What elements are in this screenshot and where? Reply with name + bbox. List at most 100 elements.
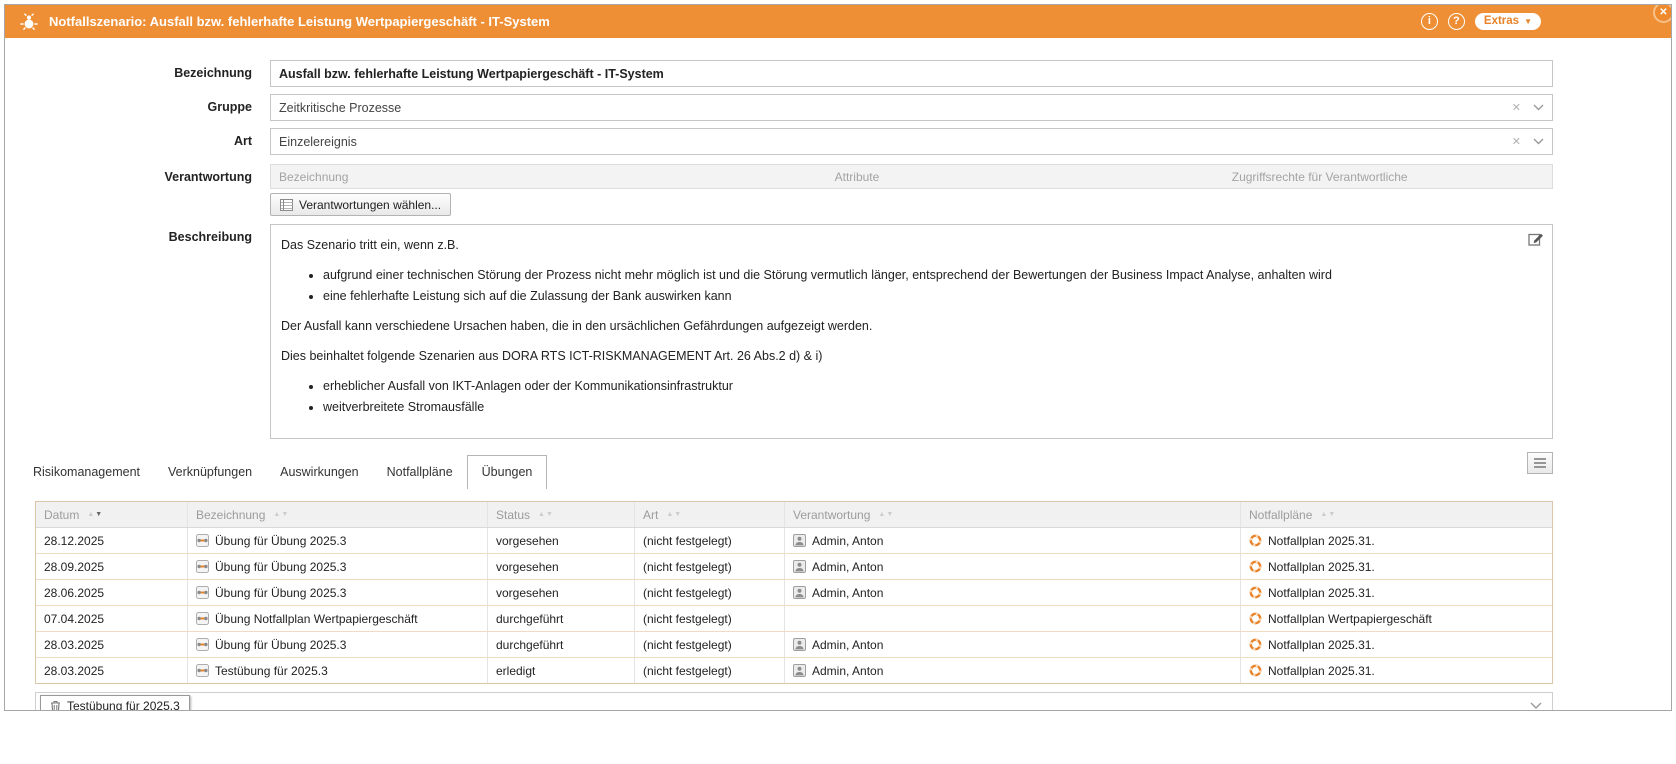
close-button[interactable]: ✕ bbox=[1653, 4, 1672, 23]
tab-auswirkungen[interactable]: Auswirkungen bbox=[266, 456, 373, 489]
avatar-icon bbox=[793, 664, 806, 677]
beschreibung-para2: Der Ausfall kann verschiedene Ursachen h… bbox=[281, 317, 1518, 336]
cell-verantwortung: Admin, Anton bbox=[785, 580, 1241, 605]
avatar-icon bbox=[793, 586, 806, 599]
column-header-verantwortung[interactable]: Verantwortung▲▼ bbox=[785, 502, 1241, 527]
cell-art: (nicht festgelegt) bbox=[635, 528, 785, 553]
verantwortungen-waehlen-button[interactable]: Verantwortungen wählen... bbox=[270, 193, 451, 216]
beschreibung-bullet: eine fehlerhafte Leistung sich auf die Z… bbox=[323, 287, 1518, 306]
table-row[interactable]: 07.04.2025Übung Notfallplan Wertpapierge… bbox=[36, 606, 1552, 632]
table-row[interactable]: 28.03.2025Testübung für 2025.3erledigt(n… bbox=[36, 658, 1552, 683]
clear-icon[interactable]: ✕ bbox=[1502, 135, 1531, 148]
art-select[interactable]: Einzelereignis ✕ bbox=[270, 128, 1553, 155]
tab-notfallplaene[interactable]: Notfallpläne bbox=[373, 456, 467, 489]
verantwortung-column-header: Bezeichnung bbox=[271, 170, 835, 184]
sort-indicator: ▲▼ bbox=[87, 511, 102, 518]
beschreibung-editor[interactable]: Das Szenario tritt ein, wenn z.B. aufgru… bbox=[270, 224, 1553, 439]
cell-status: vorgesehen bbox=[488, 554, 635, 579]
table-row[interactable]: 28.12.2025Übung für Übung 2025.3vorgeseh… bbox=[36, 528, 1552, 554]
cell-notfallplaene: Notfallplan 2025.31. bbox=[1241, 528, 1552, 553]
beschreibung-bullet: aufgrund einer technischen Störung der P… bbox=[323, 266, 1518, 285]
cell-bezeichnung: Übung Notfallplan Wertpapiergeschäft bbox=[188, 606, 488, 631]
verantwortung-header: BezeichnungAttributeZugriffsrechte für V… bbox=[270, 164, 1553, 189]
tab-verknuepfungen[interactable]: Verknüpfungen bbox=[154, 456, 266, 489]
column-header-notfallplaene[interactable]: Notfallpläne▲▼ bbox=[1241, 502, 1552, 527]
table-row[interactable]: 28.09.2025Übung für Übung 2025.3vorgeseh… bbox=[36, 554, 1552, 580]
view-toggle-button[interactable] bbox=[1527, 452, 1553, 474]
sort-indicator: ▲▼ bbox=[273, 511, 288, 518]
titlebar: Notfallszenario: Ausfall bzw. fehlerhaft… bbox=[5, 5, 1671, 38]
cell-verantwortung: Admin, Anton bbox=[785, 554, 1241, 579]
titlebar-actions: i ? Extras ▼ bbox=[1421, 13, 1541, 31]
tab-risikomanagement[interactable]: Risikomanagement bbox=[19, 456, 154, 489]
gruppe-select[interactable]: Zeitkritische Prozesse ✕ bbox=[270, 94, 1553, 121]
column-header-bezeichnung[interactable]: Bezeichnung▲▼ bbox=[188, 502, 488, 527]
lifering-icon bbox=[1249, 638, 1262, 651]
info-icon[interactable]: i bbox=[1421, 13, 1438, 30]
cell-status: vorgesehen bbox=[488, 528, 635, 553]
chevron-down-icon[interactable] bbox=[1531, 104, 1544, 111]
lifering-icon bbox=[1249, 534, 1262, 547]
cell-notfallplaene: Notfallplan 2025.31. bbox=[1241, 658, 1552, 683]
table-row[interactable]: 28.06.2025Übung für Übung 2025.3vorgeseh… bbox=[36, 580, 1552, 606]
caret-down-icon: ▼ bbox=[1524, 18, 1532, 26]
chevron-down-icon[interactable] bbox=[1531, 138, 1544, 145]
exercise-icon bbox=[196, 534, 209, 547]
cell-status: erledigt bbox=[488, 658, 635, 683]
app-icon bbox=[19, 13, 39, 31]
selection-chip-label: Testübung für 2025.3 bbox=[67, 699, 180, 711]
chevron-down-icon[interactable] bbox=[1530, 702, 1542, 710]
cell-bezeichnung: Übung für Übung 2025.3 bbox=[188, 528, 488, 553]
cell-notfallplaene: Notfallplan Wertpapiergeschäft bbox=[1241, 606, 1552, 631]
cell-notfallplaene: Notfallplan 2025.31. bbox=[1241, 632, 1552, 657]
tab-uebungen[interactable]: Übungen bbox=[467, 455, 548, 489]
cell-bezeichnung: Übung für Übung 2025.3 bbox=[188, 632, 488, 657]
sort-indicator: ▲▼ bbox=[1320, 511, 1335, 518]
art-label: Art bbox=[5, 128, 270, 155]
selection-chip[interactable]: Testübung für 2025.3 bbox=[40, 695, 190, 711]
column-header-status[interactable]: Status▲▼ bbox=[488, 502, 635, 527]
cell-datum: 07.04.2025 bbox=[36, 606, 188, 631]
cell-verantwortung: Admin, Anton bbox=[785, 528, 1241, 553]
edit-icon[interactable] bbox=[1528, 231, 1544, 247]
cell-datum: 28.03.2025 bbox=[36, 658, 188, 683]
cell-verantwortung: Admin, Anton bbox=[785, 658, 1241, 683]
beschreibung-list-2: erheblicher Ausfall von IKT-Anlagen oder… bbox=[281, 377, 1518, 417]
extras-label: Extras bbox=[1484, 16, 1519, 28]
table-body: 28.12.2025Übung für Übung 2025.3vorgeseh… bbox=[36, 528, 1552, 683]
bezeichnung-input[interactable] bbox=[270, 60, 1553, 87]
extras-button[interactable]: Extras ▼ bbox=[1475, 13, 1541, 31]
lifering-icon bbox=[1249, 664, 1262, 677]
clear-icon[interactable]: ✕ bbox=[1502, 101, 1531, 114]
exercise-icon bbox=[196, 560, 209, 573]
lifering-icon bbox=[1249, 560, 1262, 573]
table-row[interactable]: 28.03.2025Übung für Übung 2025.3durchgef… bbox=[36, 632, 1552, 658]
column-header-art[interactable]: Art▲▼ bbox=[635, 502, 785, 527]
cell-verantwortung: Admin, Anton bbox=[785, 632, 1241, 657]
cell-datum: 28.03.2025 bbox=[36, 632, 188, 657]
tabs: RisikomanagementVerknüpfungenAuswirkunge… bbox=[19, 452, 1553, 489]
column-header-datum[interactable]: Datum▲▼ bbox=[36, 502, 188, 527]
cell-art: (nicht festgelegt) bbox=[635, 554, 785, 579]
cell-bezeichnung: Testübung für 2025.3 bbox=[188, 658, 488, 683]
trash-icon[interactable] bbox=[50, 700, 61, 711]
verantwortung-column-header: Attribute bbox=[835, 170, 1232, 184]
cell-art: (nicht festgelegt) bbox=[635, 606, 785, 631]
exercise-icon bbox=[196, 638, 209, 651]
beschreibung-intro: Das Szenario tritt ein, wenn z.B. bbox=[281, 236, 1518, 255]
cell-status: durchgeführt bbox=[488, 632, 635, 657]
cell-datum: 28.12.2025 bbox=[36, 528, 188, 553]
lifering-icon bbox=[1249, 612, 1262, 625]
list-icon bbox=[280, 199, 293, 211]
cell-notfallplaene: Notfallplan 2025.31. bbox=[1241, 580, 1552, 605]
window-title: Notfallszenario: Ausfall bzw. fehlerhaft… bbox=[49, 14, 550, 29]
cell-art: (nicht festgelegt) bbox=[635, 580, 785, 605]
verantwortung-column-header: Zugriffsrechte für Verantwortliche bbox=[1232, 170, 1552, 184]
selection-bar: Testübung für 2025.3 bbox=[35, 692, 1553, 711]
table-header: Datum▲▼Bezeichnung▲▼Status▲▼Art▲▼Verantw… bbox=[36, 502, 1552, 528]
bezeichnung-label: Bezeichnung bbox=[5, 60, 270, 87]
uebungen-table: Datum▲▼Bezeichnung▲▼Status▲▼Art▲▼Verantw… bbox=[35, 501, 1553, 684]
beschreibung-bullet: weitverbreitete Stromausfälle bbox=[323, 398, 1518, 417]
cell-notfallplaene: Notfallplan 2025.31. bbox=[1241, 554, 1552, 579]
help-icon[interactable]: ? bbox=[1448, 13, 1465, 30]
